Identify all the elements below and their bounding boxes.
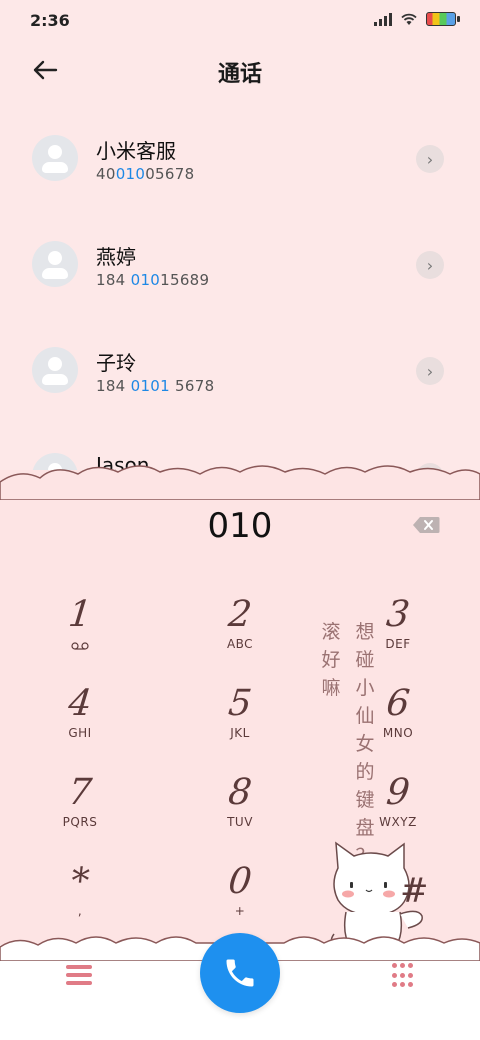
keypad-icon[interactable] — [392, 963, 416, 989]
chevron-right-icon[interactable]: › — [416, 145, 444, 173]
cloud-border — [0, 465, 480, 500]
menu-icon[interactable] — [66, 965, 92, 987]
key-hash: # — [400, 871, 426, 911]
dial-input[interactable]: 010 — [0, 506, 480, 546]
page-title: 通话 — [217, 62, 262, 87]
chevron-right-icon[interactable]: › — [416, 357, 444, 385]
key-8[interactable]: 8 TUV — [200, 772, 280, 843]
status-bar: 2:36 — [0, 0, 480, 40]
contact-item[interactable]: 小米客服 4001005678 › — [0, 105, 480, 211]
chevron-right-icon[interactable]: › — [416, 251, 444, 279]
key-star[interactable]: * , — [40, 861, 120, 932]
avatar — [32, 241, 78, 287]
contact-item[interactable]: 子玲 184 0101 5678 › — [0, 317, 480, 423]
signal-icon — [374, 12, 392, 26]
contact-number: 4001005678 — [96, 165, 195, 183]
decor-text-right: 想碰小 仙女的 键盘？ — [355, 621, 375, 867]
key-4[interactable]: 4 GHI — [40, 683, 120, 754]
avatar — [32, 347, 78, 393]
contact-number: 184 01015689 — [96, 271, 210, 289]
key-0[interactable]: 0 + — [200, 861, 280, 932]
status-icons — [374, 12, 460, 26]
wifi-icon — [401, 13, 417, 25]
key-5[interactable]: 5 JKL — [200, 683, 280, 754]
call-button[interactable] — [200, 933, 280, 1013]
bottom-bar — [0, 933, 480, 1040]
header: 通话 — [0, 48, 480, 92]
contact-name: 小米客服 — [96, 139, 176, 163]
voicemail-icon — [71, 642, 89, 650]
key-1[interactable]: 1 — [40, 594, 120, 665]
status-time: 2:36 — [30, 11, 70, 30]
phone-icon — [226, 959, 254, 987]
key-7[interactable]: 7 PQRS — [40, 772, 120, 843]
decor-text-left: 滚好嘛 — [321, 621, 341, 699]
contact-item[interactable]: 燕婷 184 01015689 › — [0, 211, 480, 317]
avatar — [32, 135, 78, 181]
battery-icon — [426, 12, 460, 26]
contact-name: 子玲 — [96, 351, 136, 375]
backspace-icon[interactable] — [412, 516, 440, 534]
key-2[interactable]: 2 ABC — [200, 594, 280, 665]
contact-number: 184 0101 5678 — [96, 377, 215, 395]
contact-name: 燕婷 — [96, 245, 136, 269]
